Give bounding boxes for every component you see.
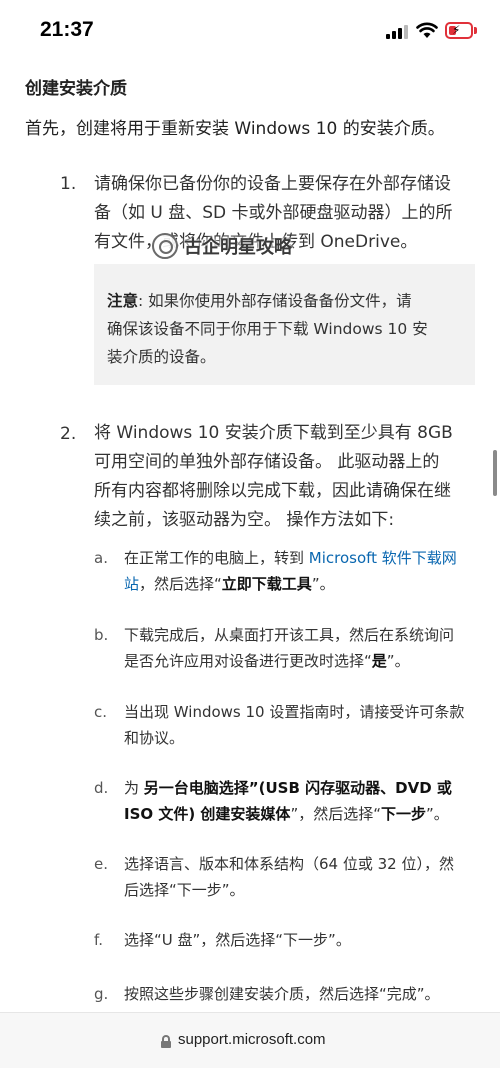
download-site-link-cont[interactable]: 站 — [124, 575, 139, 593]
note-line: 装介质的设备。 — [107, 348, 216, 366]
substep-d-post: ”。 — [426, 805, 449, 823]
browser-url-bar[interactable]: support.microsoft.com — [0, 1012, 500, 1068]
battery-charging-icon: ⚡ — [445, 22, 473, 39]
note-box: 注意: 如果你使用外部存储设备备份文件，请 确保该设备不同于你用于下载 Wind… — [94, 264, 475, 385]
substep-d-text: 为 另一台电脑选择”(USB 闪存驱动器、DVD 或 ISO 文件) 创建安装媒… — [124, 775, 476, 827]
scrollbar[interactable] — [493, 450, 497, 496]
substep-c-line: 当出现 Windows 10 设置指南时，请接受许可条款 — [124, 703, 465, 721]
substep-g-letter: g. — [94, 985, 109, 1003]
substep-d-bold: 另一台电脑选择”(USB 闪存驱动器、DVD 或 — [143, 779, 452, 797]
note-label: 注意 — [107, 292, 139, 310]
substep-f-text: 选择“U 盘”，然后选择“下一步”。 — [124, 927, 476, 953]
substep-d-bold: 下一步 — [380, 805, 426, 823]
url-text[interactable]: support.microsoft.com — [178, 1031, 326, 1048]
note-text: 注意: 如果你使用外部存储设备备份文件，请 确保该设备不同于你用于下载 Wind… — [107, 287, 457, 371]
substep-d-pre: 为 — [124, 779, 144, 797]
substep-b-text: 下载完成后，从桌面打开该工具，然后在系统询问 是否允许应用对设备进行更改时选择“… — [124, 622, 476, 674]
step-2-line: 所有内容都将删除以完成下载，因此请确保在继 — [94, 481, 451, 501]
substep-e-line: 选择语言、版本和体系结构（64 位或 32 位），然 — [124, 855, 454, 873]
note-line: 确保该设备不同于你用于下载 Windows 10 安 — [107, 320, 428, 338]
substep-a-pre: 在正常工作的电脑上，转到 — [124, 549, 309, 567]
substep-f-letter: f. — [94, 931, 103, 949]
article-content: 创建安装介质 首先，创建将用于重新安装 Windows 10 的安装介质。 1.… — [0, 62, 500, 1012]
substep-b-letter: b. — [94, 626, 109, 644]
step-2-line: 续之前，该驱动器为空。 操作方法如下: — [94, 510, 395, 530]
section-heading: 创建安装介质 — [25, 79, 127, 99]
status-time: 21:37 — [40, 18, 94, 41]
substep-c-line: 和协议。 — [124, 729, 185, 747]
substep-b-line: 是否允许应用对设备进行更改时选择“ — [124, 652, 372, 670]
step-2-text: 将 Windows 10 安装介质下载到至少具有 8GB 可用空间的单独外部存储… — [94, 419, 480, 535]
substep-a-post: ”。 — [311, 575, 335, 593]
substep-e-text: 选择语言、版本和体系结构（64 位或 32 位），然 后选择“下一步”。 — [124, 851, 476, 903]
signal-icon — [386, 25, 408, 39]
download-site-link[interactable]: Microsoft 软件下载网 — [309, 549, 457, 567]
watermark-text: 古企明星攻略 — [184, 237, 292, 258]
substep-b-post: ”。 — [386, 652, 410, 670]
wifi-icon — [416, 22, 438, 38]
step-2-line: 将 Windows 10 安装介质下载到至少具有 8GB — [94, 423, 453, 443]
substep-b-line: 下载完成后，从桌面打开该工具，然后在系统询问 — [124, 626, 455, 644]
substep-b-bold: 是 — [371, 652, 387, 670]
substep-g-line: 按照这些步骤创建安装介质，然后选择“完成”。 — [124, 985, 440, 1003]
substep-f-line: 选择“U 盘”，然后选择“下一步”。 — [124, 931, 351, 949]
note-line: : 如果你使用外部存储设备备份文件，请 — [138, 292, 412, 310]
step-2-number: 2. — [60, 424, 77, 444]
battery-cap — [474, 27, 477, 34]
step-2-line: 可用空间的单独外部存储设备。 此驱动器上的 — [94, 452, 440, 472]
substep-a-bold: 立即下载工具 — [221, 575, 312, 593]
status-bar: 21:37 ⚡ — [0, 0, 500, 62]
step-1-number: 1. — [60, 174, 77, 194]
substep-a-mid: ，然后选择“ — [139, 575, 222, 593]
substep-d-mid: ”，然后选择“ — [290, 805, 381, 823]
substep-a-text: 在正常工作的电脑上，转到 Microsoft 软件下载网 站，然后选择“立即下载… — [124, 545, 476, 597]
intro-text: 首先，创建将用于重新安装 Windows 10 的安装介质。 — [25, 119, 445, 139]
substep-a-letter: a. — [94, 549, 108, 567]
watermark-logo-icon — [152, 233, 178, 259]
substep-c-letter: c. — [94, 703, 108, 721]
substep-e-line: 后选择“下一步”。 — [124, 881, 245, 899]
watermark: 古企明星攻略 — [152, 232, 292, 260]
substep-d-bold: ISO 文件) 创建安装媒体 — [124, 805, 291, 823]
lock-icon — [161, 1035, 171, 1048]
substep-d-letter: d. — [94, 779, 109, 797]
substep-e-letter: e. — [94, 855, 108, 873]
substep-c-text: 当出现 Windows 10 设置指南时，请接受许可条款 和协议。 — [124, 699, 476, 751]
step-1-line: 请确保你已备份你的设备上要保存在外部存储设 — [94, 174, 451, 194]
substep-g-text: 按照这些步骤创建安装介质，然后选择“完成”。 — [124, 981, 476, 1007]
step-1-line: 备（如 U 盘、SD 卡或外部硬盘驱动器）上的所 — [94, 203, 453, 223]
